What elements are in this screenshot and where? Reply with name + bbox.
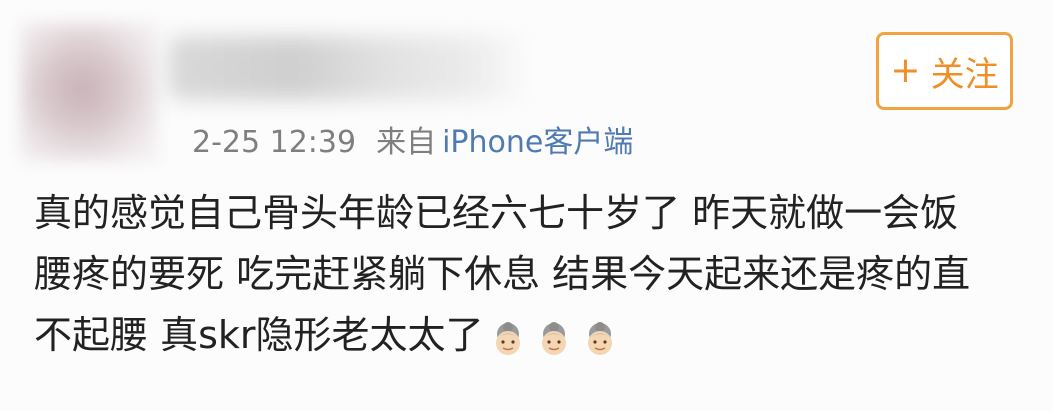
content-line: 腰疼的要死 吃完赶紧躺下休息 结果今天起来还是疼的直: [34, 252, 971, 296]
follow-button[interactable]: + 关注: [876, 32, 1013, 110]
post-meta: 2-25 12:39 来自 iPhone客户端: [192, 117, 633, 161]
content-line-text: 不起腰 真skr隐形老太太了: [34, 313, 484, 357]
content-line-last: 不起腰 真skr隐形老太太了: [34, 305, 1034, 368]
plus-icon: +: [890, 50, 921, 91]
follow-label: 关注: [930, 54, 999, 95]
username-redacted[interactable]: [168, 36, 528, 100]
emoji-row: [490, 307, 628, 368]
content-line: 真的感觉自己骨头年龄已经六七十岁了 昨天就做一会饭: [34, 191, 959, 235]
source-device-link[interactable]: iPhone客户端: [442, 125, 633, 160]
old-woman-icon: [495, 321, 520, 355]
source-prefix: 来自: [376, 125, 437, 160]
weibo-post-card: + 关注 2-25 12:39 来自 iPhone客户端 真的感觉自己骨头年龄已经六…: [0, 0, 1053, 411]
post-timestamp: 2-25 12:39: [192, 125, 357, 160]
old-woman-icon: [541, 321, 566, 355]
old-woman-icon: [587, 321, 612, 355]
avatar[interactable]: [20, 22, 158, 162]
post-content: 真的感觉自己骨头年龄已经六七十岁了 昨天就做一会饭 腰疼的要死 吃完赶紧躺下休息…: [34, 183, 1034, 368]
